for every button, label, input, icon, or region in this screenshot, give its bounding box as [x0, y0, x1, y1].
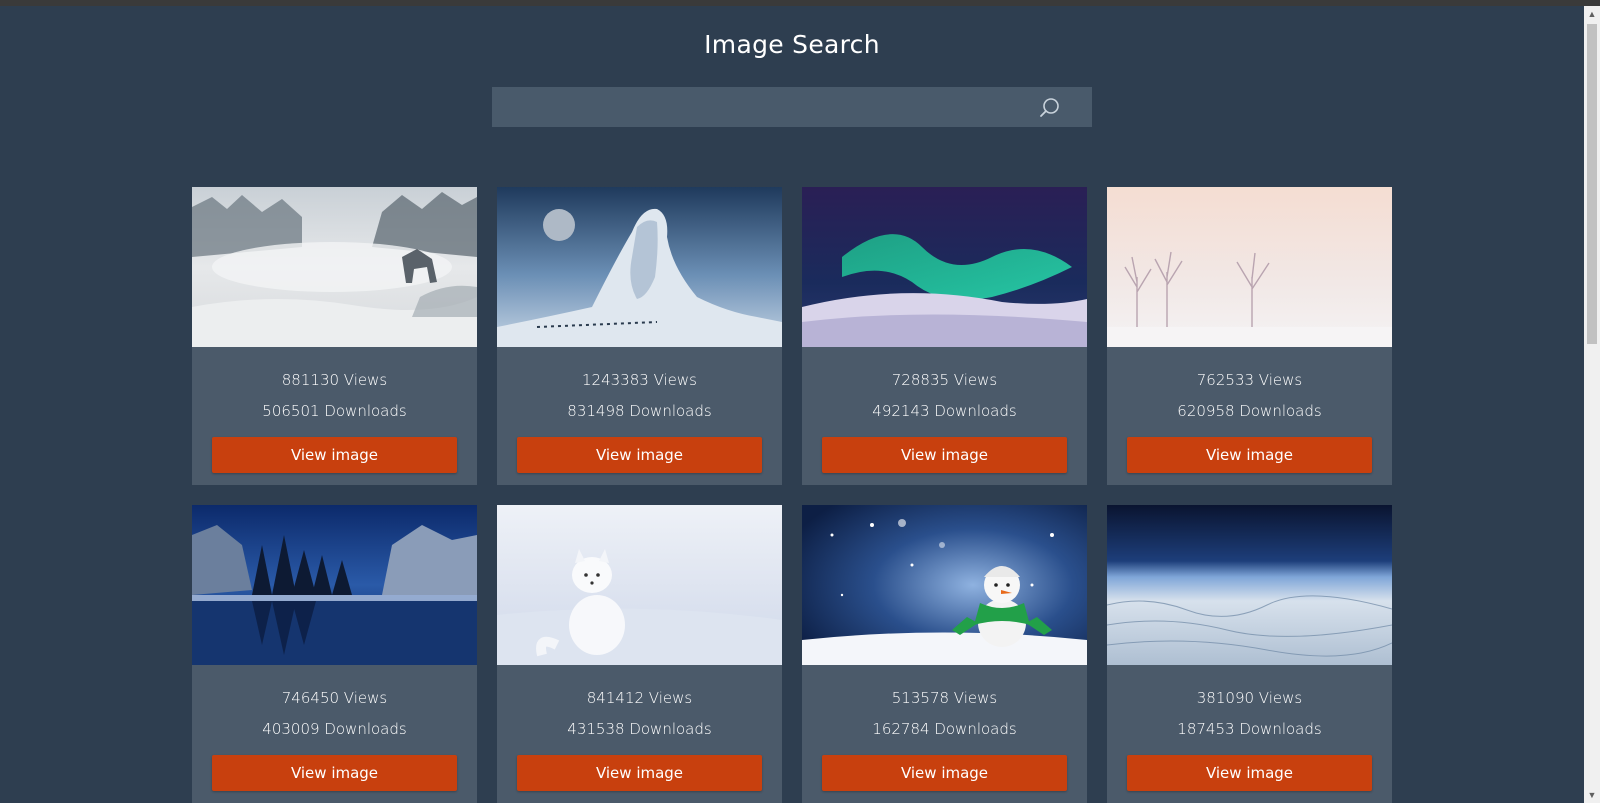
scroll-down-arrow-icon[interactable]: ▼ [1584, 787, 1600, 803]
image-card: 881130 Views 506501 Downloads View image [192, 187, 477, 485]
image-thumbnail[interactable] [802, 505, 1087, 665]
image-card: 746450 Views 403009 Downloads View image [192, 505, 477, 803]
page-title: Image Search [704, 30, 880, 59]
view-image-button[interactable]: View image [212, 437, 457, 473]
image-thumbnail[interactable] [497, 505, 782, 665]
image-card: 728835 Views 492143 Downloads View image [802, 187, 1087, 485]
view-count: 841412 Views [586, 689, 693, 707]
image-card: 381090 Views 187453 Downloads View image [1107, 505, 1392, 803]
scrollbar-thumb[interactable] [1587, 24, 1597, 344]
view-count: 746450 Views [281, 689, 388, 707]
image-card: 513578 Views 162784 Downloads View image [802, 505, 1087, 803]
view-image-button[interactable]: View image [822, 755, 1067, 791]
view-image-button[interactable]: View image [1127, 755, 1372, 791]
view-image-button[interactable]: View image [517, 755, 762, 791]
vertical-scrollbar[interactable]: ▲ ▼ [1584, 6, 1600, 803]
view-image-button[interactable]: View image [822, 437, 1067, 473]
download-count: 831498 Downloads [567, 402, 712, 420]
search-input[interactable] [492, 87, 1032, 127]
image-thumbnail[interactable] [802, 187, 1087, 347]
view-count: 728835 Views [891, 371, 998, 389]
view-image-button[interactable]: View image [212, 755, 457, 791]
image-card: 762533 Views 620958 Downloads View image [1107, 187, 1392, 485]
scroll-up-arrow-icon[interactable]: ▲ [1584, 6, 1600, 22]
search-bar [492, 87, 1092, 127]
image-thumbnail[interactable] [192, 187, 477, 347]
view-count: 1243383 Views [582, 371, 697, 389]
search-icon[interactable] [1037, 95, 1063, 121]
image-card: 1243383 Views 831498 Downloads View imag… [497, 187, 782, 485]
download-count: 431538 Downloads [567, 720, 712, 738]
image-thumbnail[interactable] [1107, 505, 1392, 665]
download-count: 187453 Downloads [1177, 720, 1322, 738]
download-count: 403009 Downloads [262, 720, 407, 738]
view-count: 513578 Views [891, 689, 998, 707]
image-grid: 881130 Views 506501 Downloads View image… [192, 187, 1392, 803]
view-image-button[interactable]: View image [517, 437, 762, 473]
image-thumbnail[interactable] [192, 505, 477, 665]
image-thumbnail[interactable] [497, 187, 782, 347]
download-count: 492143 Downloads [872, 402, 1017, 420]
download-count: 162784 Downloads [872, 720, 1017, 738]
view-count: 762533 Views [1196, 371, 1303, 389]
download-count: 620958 Downloads [1177, 402, 1322, 420]
download-count: 506501 Downloads [262, 402, 407, 420]
view-count: 881130 Views [281, 371, 388, 389]
window-top-border [0, 0, 1600, 6]
view-count: 381090 Views [1196, 689, 1303, 707]
image-thumbnail[interactable] [1107, 187, 1392, 347]
image-card: 841412 Views 431538 Downloads View image [497, 505, 782, 803]
view-image-button[interactable]: View image [1127, 437, 1372, 473]
